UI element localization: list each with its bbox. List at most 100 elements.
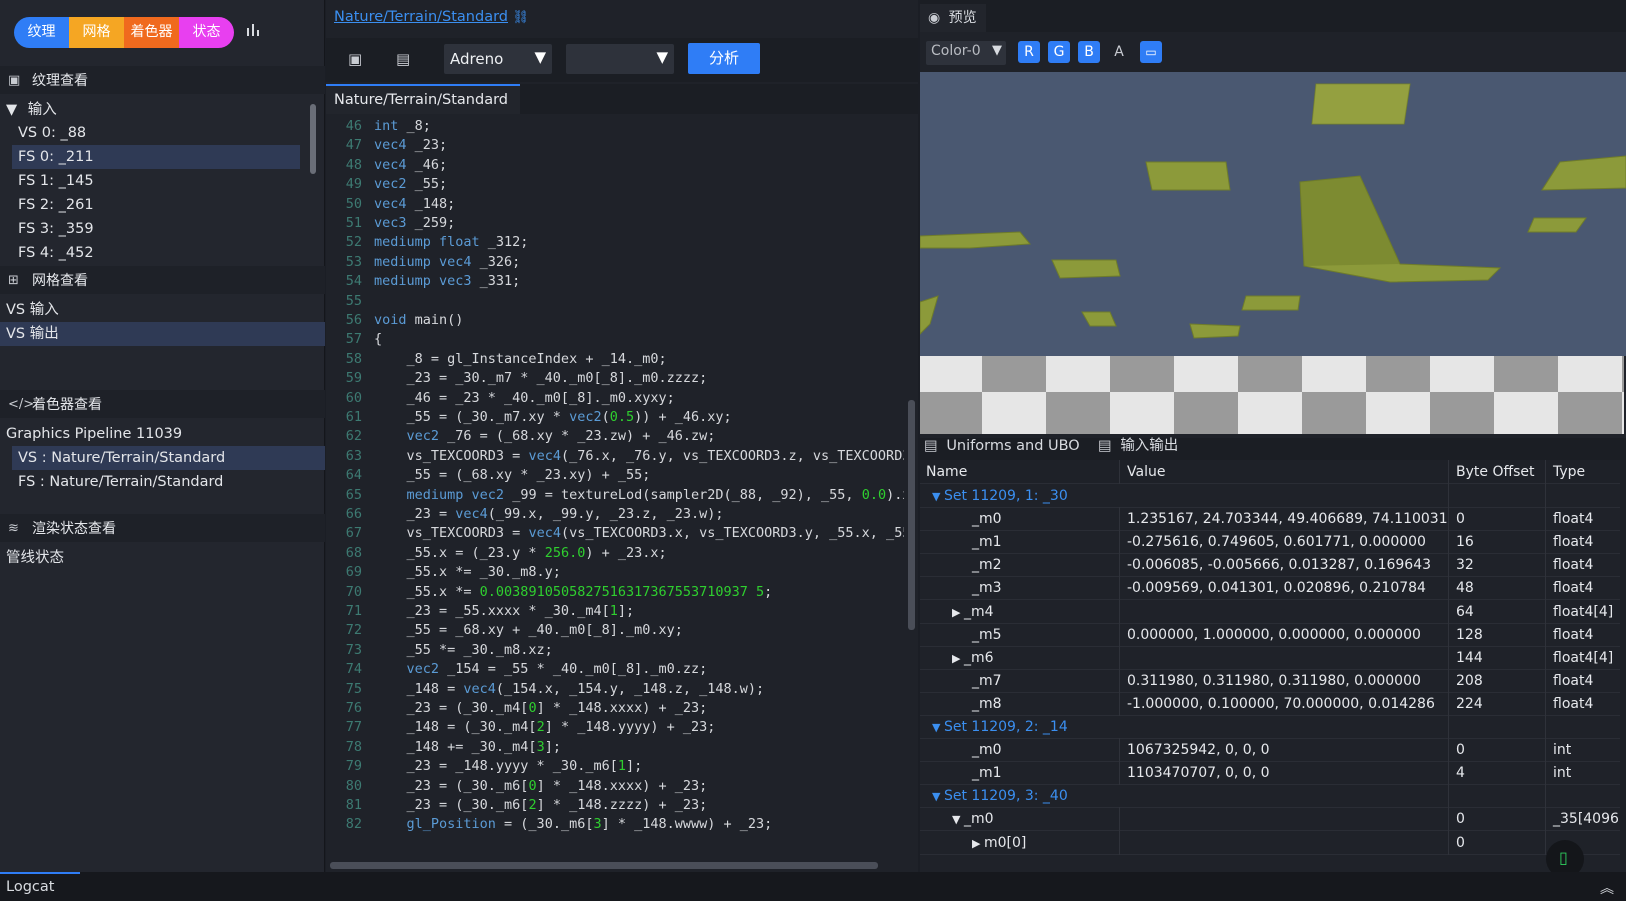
render-state-header[interactable]: ≋ 渲染状态查看 [0,514,325,542]
code-line[interactable]: 61 _55 = (_30._m7.xy * vec2(0.5)) + _46.… [326,407,732,427]
tab-texture[interactable]: 纹理 [14,17,69,48]
caret-right-icon[interactable]: ▶ [972,837,984,850]
code-line[interactable]: 53 mediump vec4 _326; [326,252,521,272]
tab-uniforms[interactable]: ▤ Uniforms and UBO [924,432,1090,460]
channel-a-toggle[interactable]: A [1108,41,1130,63]
code-line[interactable]: 81 _23 = (_30._m6[2] * _148.zzzz) + _23; [326,795,708,815]
document-icon[interactable]: ▤ [396,50,414,68]
code-line[interactable]: 46 int _8; [326,116,431,136]
tab-state[interactable]: 状态 [179,17,234,48]
code-line[interactable]: 75 _148 = vec4(_154.x, _154.y, _148.z, _… [326,679,764,699]
code-line[interactable]: 80 _23 = (_30._m6[0] * _148.xxxx) + _23; [326,776,708,796]
table-row[interactable]: ▶ m0[0] 0 [920,830,1620,855]
col-name[interactable]: Name [920,460,1120,484]
table-row[interactable]: ▼ _m0 0 _35[4096 [920,807,1620,832]
texture-item-selected[interactable]: FS 0: _211 [12,145,300,169]
channel-r-toggle[interactable]: R [1018,41,1040,63]
pipeline-state-item[interactable]: 管线状态 [0,546,325,570]
table-row[interactable]: _m8 -1.000000, 0.100000, 70.000000, 0.014… [920,691,1620,716]
code-line[interactable]: 71 _23 = _55.xxxx * _30._m4[1]; [326,601,634,621]
col-value[interactable]: Value [1121,460,1449,484]
texture-list-scrollbar[interactable] [310,104,316,174]
stats-icon[interactable] [246,22,260,38]
caret-right-icon[interactable]: ▶ [952,652,964,665]
channel-select[interactable]: Color-0 ▼ [926,41,1006,65]
mesh-item[interactable]: VS 输入 [0,298,325,322]
code-line[interactable]: 64 _55 = (_68.xy * _23.xy) + _55; [326,465,651,485]
code-line[interactable]: 77 _148 = (_30._m4[2] * _148.yyyy) + _23… [326,717,716,737]
shader-path-link[interactable]: Nature/Terrain/Standard ⛓ [334,6,529,28]
shader-view-header[interactable]: </> 着色器查看 [0,390,325,418]
code-line[interactable]: 76 _23 = (_30._m4[0] * _148.xxxx) + _23; [326,698,708,718]
code-line[interactable]: 48 vec4 _46; [326,155,447,175]
editor-tab[interactable]: Nature/Terrain/Standard [326,84,520,114]
texture-item[interactable]: FS 4: _452 [0,241,325,265]
code-line[interactable]: 79 _23 = _148.yyyy * _30._m6[1]; [326,756,643,776]
code-line[interactable]: 60 _46 = _23 * _40._m0[_8]._m0.xyxy; [326,388,675,408]
code-line[interactable]: 56 void main() [326,310,464,330]
code-editor[interactable]: 46 int _8; 47 vec4 _23; 48 vec4 _46; 49 vec2 _5… [326,116,904,861]
secondary-select[interactable]: ▼ [566,44,674,74]
table-row[interactable]: _m0 1067325942, 0, 0, 0 0 int [920,738,1620,763]
code-vertical-scrollbar[interactable] [908,400,915,630]
code-line[interactable]: 51 vec3 _259; [326,213,456,233]
mesh-view-header[interactable]: ⊞ 网格查看 [0,266,325,294]
col-type[interactable]: Type [1547,460,1619,484]
table-row[interactable]: _m7 0.311980, 0.311980, 0.311980, 0.00000… [920,668,1620,693]
image-save-icon[interactable]: ▣ [348,50,366,68]
texture-item[interactable]: VS 0: _88 [0,121,325,145]
caret-down-icon[interactable]: ▼ [932,790,944,803]
table-row[interactable]: _m2 -0.006085, -0.005666, 0.013287, 0.169… [920,553,1620,578]
fit-view-icon[interactable]: ▭ [1140,41,1162,63]
render-preview[interactable] [920,72,1626,434]
code-line[interactable]: 47 vec4 _23; [326,135,447,155]
code-line[interactable]: 82 gl_Position = (_30._m6[3] * _148.wwww… [326,814,773,834]
table-row[interactable]: _m1 -0.275616, 0.749605, 0.601771, 0.0000… [920,530,1620,555]
code-line[interactable]: 69 _55.x *= _30._m8.y; [326,562,561,582]
table-row[interactable]: _m1 1103470707, 0, 0, 0 4 int [920,761,1620,786]
table-row[interactable]: ▶ _m6 144 float4[4] [920,645,1620,670]
table-scrollbar[interactable] [1620,460,1626,860]
shader-item-selected[interactable]: VS : Nature/Terrain/Standard [12,446,325,470]
code-line[interactable]: 66 _23 = vec4(_99.x, _99.y, _23.z, _23.w… [326,504,724,524]
texture-item[interactable]: FS 3: _359 [0,217,325,241]
tab-shader[interactable]: 着色器 [124,17,179,48]
code-line[interactable]: 67 vs_TEXCOORD3 = vec4(vs_TEXCOORD3.x, v… [326,523,904,543]
table-row[interactable]: ▶ _m4 64 float4[4] [920,599,1620,624]
code-line[interactable]: 74 vec2 _154 = _55 * _40._m0[_8]._m0.zz; [326,659,708,679]
table-group-row[interactable]: ▼ Set 11209, 1: _30 [920,484,1620,508]
code-line[interactable]: 78 _148 += _30._m4[3]; [326,737,561,757]
col-offset[interactable]: Byte Offset [1450,460,1546,484]
gpu-select[interactable]: Adreno ▼ [444,44,552,74]
table-group-row[interactable]: ▼ Set 11209, 2: _14 [920,715,1620,739]
caret-down-icon[interactable]: ▼ [932,490,944,503]
texture-item[interactable]: FS 2: _261 [0,193,325,217]
preview-tab[interactable]: ◉ 预览 [920,4,986,32]
code-line[interactable]: 59 _23 = _30._m7 * _40._m0[_8]._m0.zzzz; [326,368,708,388]
code-line[interactable]: 73 _55 *= _30._m8.xz; [326,640,553,660]
table-group-row[interactable]: ▼ Set 11209, 3: _40 [920,784,1620,809]
mesh-item-selected[interactable]: VS 输出 [0,322,325,346]
texture-item[interactable]: FS 1: _145 [0,169,325,193]
channel-g-toggle[interactable]: G [1048,41,1070,63]
caret-right-icon[interactable]: ▶ [952,606,964,619]
code-line[interactable]: 63 vs_TEXCOORD3 = vec4(_76.x, _76.y, vs_… [326,446,904,466]
table-row[interactable]: _m3 -0.009569, 0.041301, 0.020896, 0.2107… [920,576,1620,601]
code-line[interactable]: 49 vec2 _55; [326,174,447,194]
code-line[interactable]: 54 mediump vec3 _331; [326,271,521,291]
table-row[interactable]: _m5 0.000000, 1.000000, 0.000000, 0.00000… [920,622,1620,647]
code-line[interactable]: 52 mediump float _312; [326,232,529,252]
input-group[interactable]: ▼ 输入 [0,98,325,122]
code-line[interactable]: 70 _55.x *= 0.00389105058275163173675537… [326,582,773,602]
table-row[interactable]: _m0 1.235167, 24.703344, 49.406689, 74.11… [920,507,1620,532]
caret-down-icon[interactable]: ▼ [952,813,964,826]
tab-mesh[interactable]: 网格 [69,17,124,48]
code-line[interactable]: 50 vec4 _148; [326,194,456,214]
channel-b-toggle[interactable]: B [1078,41,1100,63]
caret-down-icon[interactable]: ▼ [932,721,944,734]
texture-view-header[interactable]: ▣ 纹理查看 [0,66,325,94]
logcat-tab[interactable]: Logcat [0,872,80,901]
code-line[interactable]: 68 _55.x = (_23.y * 256.0) + _23.x; [326,543,667,563]
code-line[interactable]: 58 _8 = gl_InstanceIndex + _14._m0; [326,349,667,369]
shader-item[interactable]: FS : Nature/Terrain/Standard [0,470,325,494]
